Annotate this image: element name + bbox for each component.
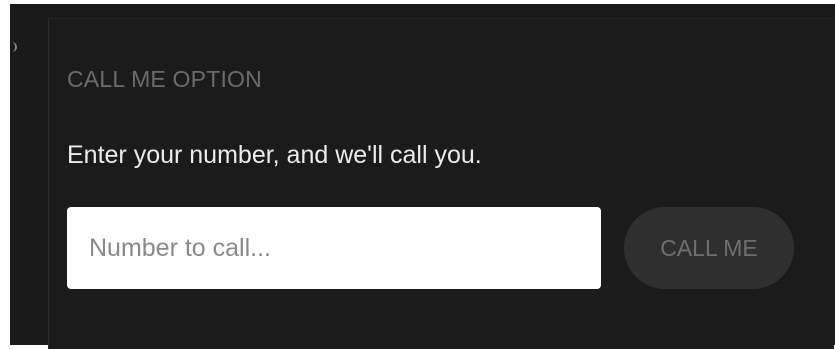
call-me-widget	[10, 4, 835, 349]
instruction-text: Enter your number, and we'll call you.	[67, 141, 482, 169]
edge-indicator	[10, 42, 17, 52]
section-title: CALL ME OPTION	[67, 66, 262, 92]
phone-number-input[interactable]	[67, 207, 601, 289]
call-me-button[interactable]: CALL ME	[624, 207, 794, 289]
